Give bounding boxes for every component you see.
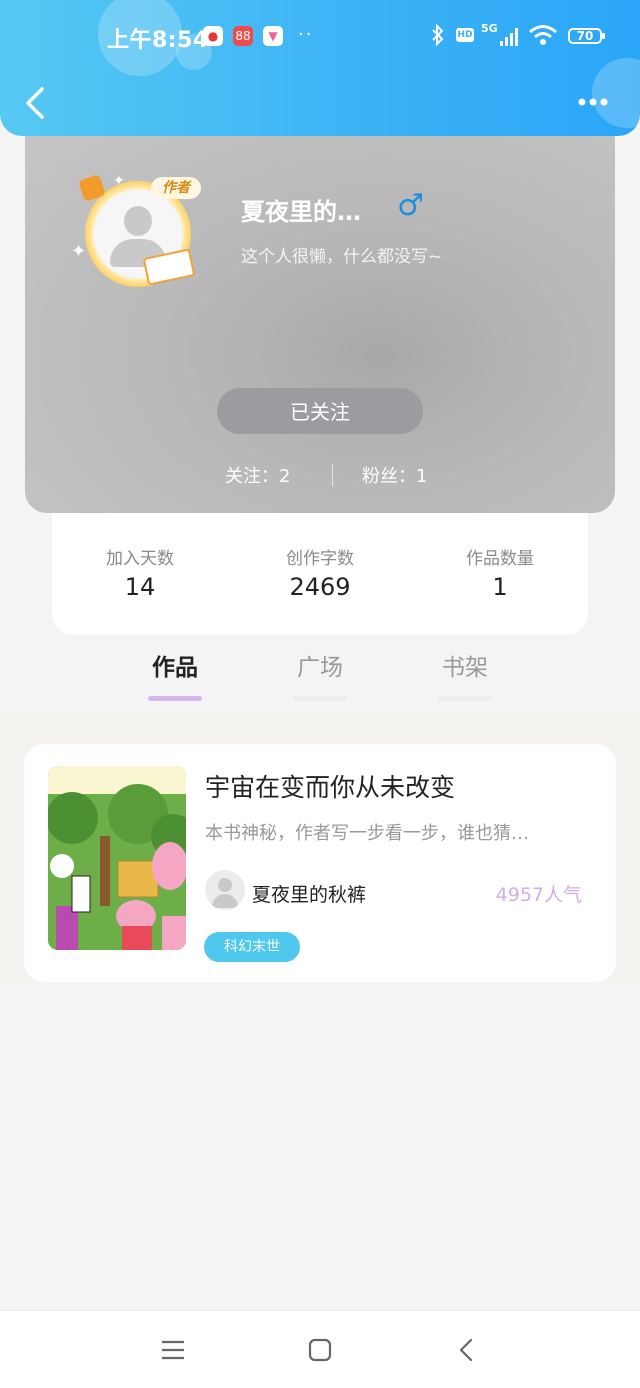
bluetooth-icon — [430, 23, 446, 51]
status-time: 上午8:54 — [107, 28, 209, 53]
stat-label: 加入天数 — [106, 549, 174, 569]
avatar-placeholder-head — [124, 206, 152, 236]
stat-value: 2469 — [289, 573, 351, 601]
tab-bookshelf[interactable]: 书架 — [410, 648, 520, 701]
battery-icon: 70 — [568, 28, 605, 44]
book-description: 本书神秘，作者写一步看一步，谁也猜… — [205, 823, 529, 844]
tab-label: 广场 — [297, 655, 343, 681]
stat-value: 14 — [124, 573, 156, 601]
network-type: 5G — [481, 22, 498, 35]
name-row: 夏夜里的… ♂ — [241, 188, 424, 228]
tab-indicator — [438, 696, 492, 701]
author-avatar[interactable] — [205, 870, 245, 910]
notification-app-icon: 88 — [233, 26, 253, 46]
signal-icon — [500, 28, 522, 46]
sparkle-icon: ✦ — [71, 241, 87, 262]
follow-stats: 关注：2 粉丝：1 — [25, 462, 615, 492]
system-back-button[interactable] — [452, 1335, 482, 1365]
profile-card: ✦ ✦ 作者 夏夜里的… ♂ 这个人很懒，什么都没写~ 已关注 关注：2 粉丝：… — [25, 118, 615, 513]
top-header: 上午8:54 ● 88 ▼ ·· HD 5G 70 — [0, 0, 640, 136]
avatar-placeholder-head — [218, 878, 232, 892]
followers-count[interactable]: 粉丝：1 — [362, 462, 427, 488]
home-square-icon — [308, 1338, 332, 1362]
tab-label: 书架 — [442, 655, 488, 681]
user-name: 夏夜里的… — [241, 198, 361, 226]
menu-button[interactable] — [158, 1335, 188, 1365]
stat-value: 1 — [492, 573, 508, 601]
popularity-count: 4957人气 — [495, 884, 582, 906]
wifi-icon — [528, 24, 558, 50]
more-button[interactable] — [576, 88, 616, 112]
hd-icon: HD — [456, 28, 474, 42]
system-nav-bar — [0, 1310, 640, 1388]
chevron-left-icon — [459, 1338, 473, 1362]
divider — [332, 464, 333, 486]
avatar[interactable]: ✦ ✦ 作者 — [71, 163, 203, 303]
tab-bar: 作品 广场 书架 — [0, 648, 640, 708]
works-list: 宇宙在变而你从未改变 本书神秘，作者写一步看一步，谁也猜… 夏夜里的秋裤 495… — [0, 715, 640, 983]
avatar-placeholder-body — [212, 894, 238, 908]
tab-label: 作品 — [152, 655, 198, 681]
back-button[interactable] — [22, 86, 50, 120]
menu-icon — [162, 1340, 184, 1360]
stat-label: 创作字数 — [286, 549, 354, 569]
chevron-left-icon — [26, 87, 44, 119]
male-icon: ♂ — [397, 188, 424, 223]
status-bar: 上午8:54 ● 88 ▼ ·· HD 5G 70 — [0, 22, 640, 53]
stat-works-count: 作品数量 1 — [410, 544, 590, 601]
book-cover[interactable] — [48, 766, 186, 950]
user-bio: 这个人很懒，什么都没写~ — [241, 247, 443, 267]
cover-illustration — [48, 766, 186, 950]
author-name[interactable]: 夏夜里的秋裤 — [252, 880, 366, 907]
notification-app-icon: ● — [203, 26, 223, 46]
tab-indicator — [148, 696, 202, 701]
stat-label: 作品数量 — [466, 549, 534, 569]
author-badge: 作者 — [151, 177, 201, 199]
sparkle-icon: ✦ — [113, 173, 125, 189]
tab-works[interactable]: 作品 — [120, 648, 230, 701]
following-count[interactable]: 关注：2 — [225, 462, 290, 488]
stat-join-days: 加入天数 14 — [50, 544, 230, 601]
follow-button[interactable]: 已关注 — [217, 388, 423, 434]
more-horizontal-icon — [578, 98, 608, 106]
book-title[interactable]: 宇宙在变而你从未改变 — [205, 768, 455, 804]
notification-app-icon: ▼ — [263, 26, 283, 46]
tab-square[interactable]: 广场 — [265, 648, 375, 701]
genre-tag[interactable]: 科幻末世 — [204, 932, 300, 962]
home-button[interactable] — [305, 1335, 335, 1365]
stat-word-count: 创作字数 2469 — [230, 544, 410, 601]
book-card[interactable]: 宇宙在变而你从未改变 本书神秘，作者写一步看一步，谁也猜… 夏夜里的秋裤 495… — [24, 744, 616, 982]
tab-indicator — [293, 696, 347, 701]
more-notifications-icon: ·· — [298, 24, 314, 45]
